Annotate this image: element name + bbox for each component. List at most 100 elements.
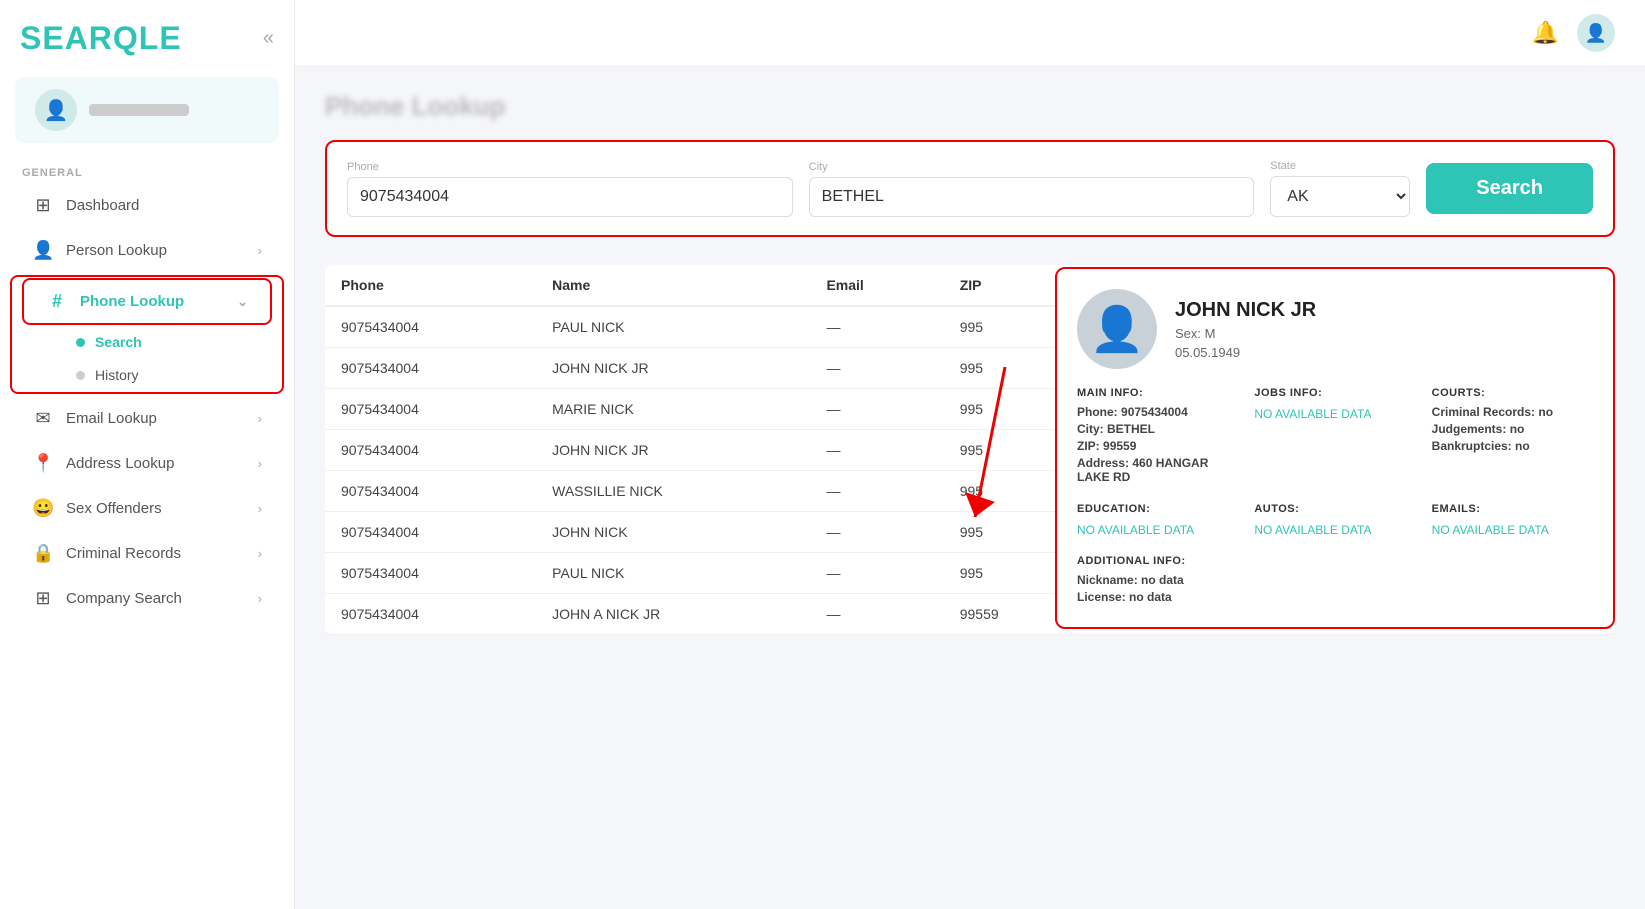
profile-name: JOHN NICK JR	[1175, 299, 1316, 322]
courts-title: COURTS:	[1432, 387, 1593, 399]
license-val: License: no data	[1077, 590, 1593, 604]
sub-item-label-history: History	[95, 367, 139, 383]
state-label: State	[1270, 160, 1410, 172]
judgements-val: Judgements: no	[1432, 422, 1593, 436]
phone-label: Phone	[347, 161, 793, 173]
company-search-icon: ⊞	[32, 588, 54, 609]
sex-offenders-icon: 😀	[32, 498, 54, 519]
nickname-val: Nickname: no data	[1077, 573, 1593, 587]
cell-email-1: —	[810, 348, 943, 389]
cell-name-4: WASSILLIE NICK	[536, 471, 810, 512]
profile-header: 👤 JOHN NICK JR Sex: M 05.05.1949	[1077, 289, 1593, 369]
sidebar-item-label-phone-lookup: Phone Lookup	[80, 293, 184, 310]
sidebar-item-label-dashboard: Dashboard	[66, 197, 139, 214]
cell-phone-7: 9075434004	[325, 594, 536, 635]
profile-autos: AUTOS: NO AVAILABLE DATA	[1254, 503, 1415, 539]
emails-no-data: NO AVAILABLE DATA	[1432, 523, 1549, 537]
sidebar-item-dashboard[interactable]: ⊞ Dashboard	[10, 184, 284, 227]
chevron-right-icon-address: ›	[258, 456, 262, 471]
user-name-placeholder	[89, 104, 189, 116]
phone-lookup-subitems: Search History	[12, 326, 282, 391]
sidebar-item-label-person-lookup: Person Lookup	[66, 242, 167, 259]
cell-email-5: —	[810, 512, 943, 553]
col-phone: Phone	[325, 265, 536, 306]
main-info-zip: ZIP: 99559	[1077, 439, 1238, 453]
chevron-down-icon: ⌄	[237, 294, 248, 310]
cell-name-6: PAUL NICK	[536, 553, 810, 594]
education-no-data: NO AVAILABLE DATA	[1077, 523, 1194, 537]
main-info-phone: Phone: 9075434004	[1077, 405, 1238, 419]
person-lookup-icon: 👤	[32, 240, 54, 261]
profile-main-info: MAIN INFO: Phone: 9075434004 City: BETHE…	[1077, 387, 1238, 487]
cell-name-2: MARIE NICK	[536, 389, 810, 430]
chevron-right-icon-email: ›	[258, 411, 262, 426]
autos-no-data: NO AVAILABLE DATA	[1254, 523, 1371, 537]
sidebar-item-sex-offenders[interactable]: 😀 Sex Offenders ›	[10, 487, 284, 530]
cell-name-7: JOHN A NICK JR	[536, 594, 810, 635]
sidebar-sub-item-history[interactable]: History	[62, 359, 272, 391]
main-content: 🔔 👤 Phone Lookup Phone City State AKALAR…	[295, 0, 1645, 909]
sidebar-item-person-lookup[interactable]: 👤 Person Lookup ›	[10, 229, 284, 272]
phone-input[interactable]	[347, 177, 793, 217]
cell-name-1: JOHN NICK JR	[536, 348, 810, 389]
cell-phone-3: 9075434004	[325, 430, 536, 471]
profile-courts: COURTS: Criminal Records: no Judgements:…	[1432, 387, 1593, 487]
autos-title: AUTOS:	[1254, 503, 1415, 515]
cell-email-4: —	[810, 471, 943, 512]
notification-bell-icon[interactable]: 🔔	[1532, 20, 1559, 46]
state-select[interactable]: AKALARAZCACOCTDEFLGAHIIAIDILINKSKYLAMAMD…	[1270, 176, 1410, 217]
cell-phone-5: 9075434004	[325, 512, 536, 553]
sidebar-item-phone-lookup[interactable]: # Phone Lookup ⌄	[22, 278, 272, 325]
sidebar-sub-item-search[interactable]: Search	[62, 326, 272, 358]
topbar: 🔔 👤	[295, 0, 1645, 67]
col-name: Name	[536, 265, 810, 306]
sidebar-item-label-criminal: Criminal Records	[66, 545, 181, 562]
cell-email-0: —	[810, 306, 943, 348]
additional-info-title: ADDITIONAL INFO:	[1077, 555, 1593, 567]
city-input[interactable]	[809, 177, 1255, 217]
sidebar-item-label-company: Company Search	[66, 590, 182, 607]
sidebar-item-company-search[interactable]: ⊞ Company Search ›	[10, 577, 284, 620]
topbar-user-avatar[interactable]: 👤	[1577, 14, 1615, 52]
profile-jobs-info: JOBS INFO: NO AVAILABLE DATA	[1254, 387, 1415, 487]
emails-title: EMAILS:	[1432, 503, 1593, 515]
sidebar-item-email-lookup[interactable]: ✉ Email Lookup ›	[10, 397, 284, 440]
profile-popup: 👤 JOHN NICK JR Sex: M 05.05.1949 MAIN IN…	[1055, 267, 1615, 629]
active-dot-icon	[76, 338, 85, 347]
cell-name-5: JOHN NICK	[536, 512, 810, 553]
jobs-info-title: JOBS INFO:	[1254, 387, 1415, 399]
profile-avatar: 👤	[1077, 289, 1157, 369]
cell-email-2: —	[810, 389, 943, 430]
sidebar-item-address-lookup[interactable]: 📍 Address Lookup ›	[10, 442, 284, 485]
criminal-records-icon: 🔒	[32, 543, 54, 564]
cell-phone-0: 9075434004	[325, 306, 536, 348]
cell-phone-1: 9075434004	[325, 348, 536, 389]
cell-phone-2: 9075434004	[325, 389, 536, 430]
jobs-no-data: NO AVAILABLE DATA	[1254, 407, 1371, 421]
page-content: Phone Lookup Phone City State AKALARAZCA…	[295, 67, 1645, 909]
section-label-general: GENERAL	[0, 153, 294, 183]
email-icon: ✉	[32, 408, 54, 429]
inactive-dot-icon	[76, 371, 85, 380]
dashboard-icon: ⊞	[32, 195, 54, 216]
collapse-button[interactable]: «	[263, 27, 274, 50]
cell-email-7: —	[810, 594, 943, 635]
chevron-right-icon-criminal: ›	[258, 546, 262, 561]
education-title: EDUCATION:	[1077, 503, 1238, 515]
profile-additional-info: ADDITIONAL INFO: Nickname: no data Licen…	[1077, 555, 1593, 607]
main-info-title: MAIN INFO:	[1077, 387, 1238, 399]
cell-name-3: JOHN NICK JR	[536, 430, 810, 471]
sidebar-user-card: 👤	[15, 77, 279, 143]
cell-email-6: —	[810, 553, 943, 594]
chevron-right-icon-company: ›	[258, 591, 262, 606]
sidebar-logo-area: SEARQLE «	[0, 0, 294, 67]
profile-grid: MAIN INFO: Phone: 9075434004 City: BETHE…	[1077, 387, 1593, 607]
criminal-records-val: Criminal Records: no	[1432, 405, 1593, 419]
cell-name-0: PAUL NICK	[536, 306, 810, 348]
profile-education: EDUCATION: NO AVAILABLE DATA	[1077, 503, 1238, 539]
brand-logo: SEARQLE	[20, 20, 182, 57]
cell-email-3: —	[810, 430, 943, 471]
sidebar-item-criminal-records[interactable]: 🔒 Criminal Records ›	[10, 532, 284, 575]
sidebar-item-label-sex-offenders: Sex Offenders	[66, 500, 162, 517]
search-button[interactable]: Search	[1426, 163, 1593, 214]
